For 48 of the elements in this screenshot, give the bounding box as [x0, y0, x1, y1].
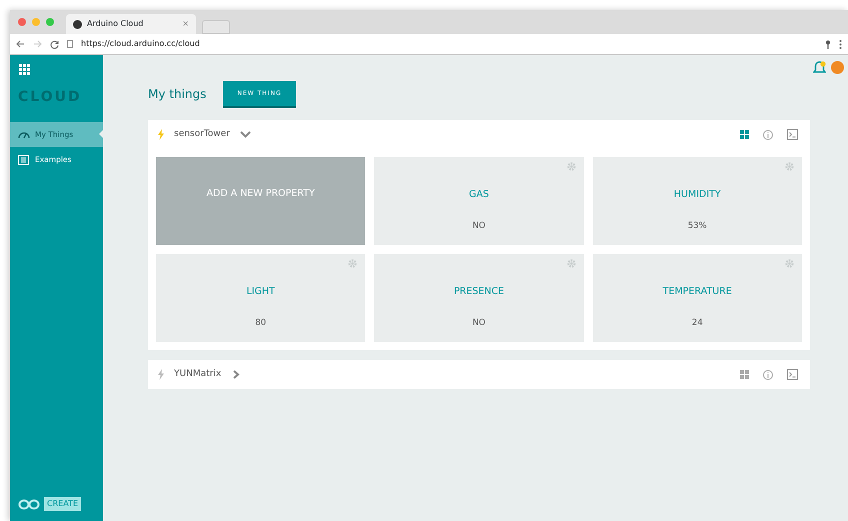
add-property-tile[interactable]: ADD A NEW PROPERTY — [156, 157, 366, 245]
settings-icon[interactable] — [784, 162, 794, 171]
chevron-down-icon[interactable] — [240, 130, 251, 139]
page-icon — [67, 40, 73, 48]
settings-icon[interactable] — [784, 259, 794, 268]
property-name: HUMIDITY — [674, 188, 721, 202]
notification-bell-icon[interactable] — [813, 61, 826, 74]
list-icon — [18, 154, 30, 165]
minimize-window-icon[interactable] — [32, 18, 40, 26]
reload-icon[interactable] — [50, 40, 59, 48]
page-title: My things — [148, 86, 206, 102]
thing-name[interactable]: YUNMatrix — [174, 368, 222, 382]
settings-icon[interactable] — [348, 259, 358, 268]
avatar-icon[interactable] — [831, 61, 844, 74]
property-name: GAS — [469, 188, 489, 202]
forward-icon[interactable] — [33, 40, 42, 48]
info-icon[interactable] — [763, 370, 773, 380]
terminal-icon[interactable] — [787, 129, 798, 140]
dashboard-icon[interactable] — [740, 130, 749, 139]
more-icon[interactable] — [839, 40, 842, 48]
settings-icon[interactable] — [566, 259, 576, 268]
key-icon[interactable] — [825, 40, 831, 48]
new-tab-button[interactable] — [202, 20, 230, 34]
tab-title: Arduino Cloud — [87, 18, 144, 30]
infinity-logo-icon — [18, 498, 40, 510]
property-value: NO — [472, 317, 486, 330]
property-value: 80 — [255, 317, 266, 330]
property-value: 53% — [688, 220, 707, 233]
close-tab-icon[interactable]: × — [182, 18, 189, 30]
gauge-icon — [18, 130, 30, 140]
terminal-icon[interactable] — [787, 369, 798, 380]
property-name: TEMPERATURE — [662, 285, 732, 299]
apps-grid-icon[interactable] — [19, 64, 30, 75]
maximize-window-icon[interactable] — [46, 18, 54, 26]
thing-name[interactable]: sensorTower — [174, 128, 230, 142]
dashboard-icon[interactable] — [740, 370, 749, 379]
property-name: LIGHT — [246, 285, 275, 299]
close-window-icon[interactable] — [18, 18, 26, 26]
info-icon[interactable] — [763, 130, 773, 140]
site-icon — [73, 20, 82, 28]
browser-tab[interactable]: Arduino Cloud × — [66, 14, 196, 34]
back-icon[interactable] — [16, 40, 25, 48]
property-value: NO — [472, 220, 486, 233]
settings-icon[interactable] — [566, 162, 576, 171]
url-field[interactable]: https://cloud.arduino.cc/cloud — [81, 38, 817, 50]
property-name: PRESENCE — [454, 285, 504, 299]
property-value: 24 — [692, 317, 703, 330]
create-label: CREATE — [44, 497, 81, 511]
